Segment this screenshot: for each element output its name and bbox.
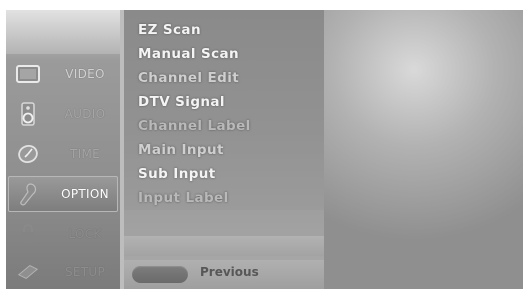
lock-icon bbox=[16, 223, 40, 245]
speaker-icon bbox=[16, 102, 40, 126]
sidebar-item-time[interactable]: TIME bbox=[8, 136, 118, 172]
menu-item-channel-label[interactable]: Channel Label bbox=[138, 114, 251, 138]
sidebar-item-video[interactable]: VIDEO bbox=[8, 56, 118, 92]
option-icon bbox=[16, 183, 40, 206]
preview-area bbox=[324, 10, 523, 289]
sidebar-item-label: VIDEO bbox=[65, 67, 105, 81]
menu-item-channel-edit[interactable]: Channel Edit bbox=[138, 66, 239, 90]
sidebar-item-label: SETUP bbox=[64, 265, 106, 279]
menu-footer: Previous bbox=[124, 260, 324, 289]
setup-icon bbox=[16, 261, 40, 283]
clock-icon bbox=[16, 143, 40, 165]
sidebar-item-option[interactable]: OPTION bbox=[8, 176, 118, 212]
sidebar-item-label: AUDIO bbox=[64, 107, 106, 121]
sidebar-item-label: TIME bbox=[69, 147, 100, 161]
category-sidebar: VIDEO AUDIO TIME OPTION LOCK SETUP bbox=[6, 10, 120, 289]
sidebar-item-label: LOCK bbox=[68, 227, 102, 241]
sidebar-item-label: OPTION bbox=[61, 187, 109, 201]
menu-item-sub-input[interactable]: Sub Input bbox=[138, 162, 216, 186]
tv-screen-icon bbox=[16, 63, 40, 85]
menu-divider-bar bbox=[124, 236, 324, 256]
submenu-list: EZ Scan Manual Scan Channel Edit DTV Sig… bbox=[124, 10, 324, 210]
sidebar-item-audio[interactable]: AUDIO bbox=[8, 96, 118, 132]
previous-label: Previous bbox=[200, 265, 259, 279]
menu-item-ez-scan[interactable]: EZ Scan bbox=[138, 18, 201, 42]
option-submenu: EZ Scan Manual Scan Channel Edit DTV Sig… bbox=[124, 10, 324, 289]
sidebar-item-setup[interactable]: SETUP bbox=[8, 254, 118, 289]
previous-button[interactable] bbox=[132, 266, 188, 283]
tv-menu-screen: VIDEO AUDIO TIME OPTION LOCK SETUP EZ Sc… bbox=[6, 10, 523, 289]
sidebar-header-gradient bbox=[6, 10, 120, 54]
menu-item-main-input[interactable]: Main Input bbox=[138, 138, 224, 162]
sidebar-item-lock[interactable]: LOCK bbox=[8, 216, 118, 252]
menu-item-manual-scan[interactable]: Manual Scan bbox=[138, 42, 239, 66]
menu-item-input-label[interactable]: Input Label bbox=[138, 186, 229, 210]
menu-item-dtv-signal[interactable]: DTV Signal bbox=[138, 90, 225, 114]
